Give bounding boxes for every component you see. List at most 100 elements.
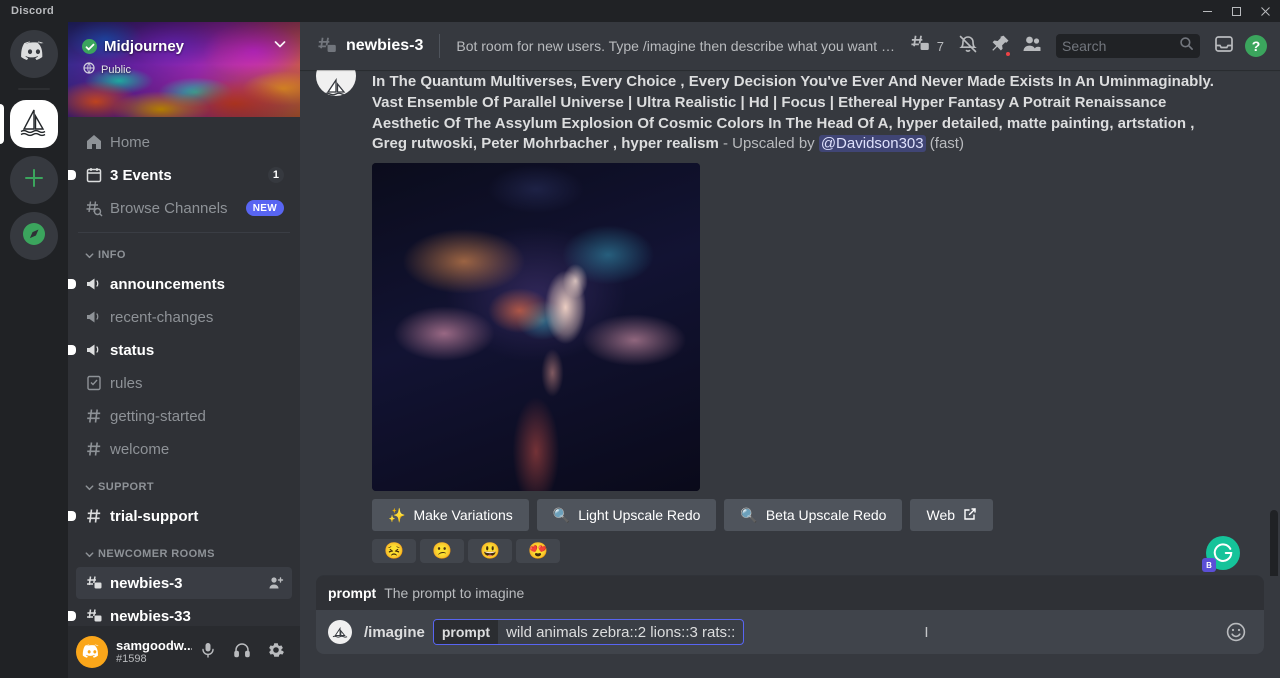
button-label: Light Upscale Redo (578, 507, 700, 523)
sidebar-item-newbies-33[interactable]: newbies-33 (76, 600, 292, 626)
server-banner-header[interactable]: Midjourney Public (68, 22, 300, 117)
sidebar-item-newbies-3[interactable]: newbies-3 (76, 567, 292, 599)
inbox-button[interactable] (1208, 30, 1240, 62)
home-icon (84, 133, 104, 151)
category-support[interactable]: SUPPORT (68, 475, 300, 499)
command-hint-name: prompt (328, 585, 376, 601)
category-newcomer-rooms[interactable]: NEWCOMER ROOMS (68, 542, 300, 566)
member-list-button[interactable] (1016, 30, 1048, 62)
members-icon (1021, 33, 1043, 60)
sidebar-item-home[interactable]: Home (76, 126, 292, 158)
chevron-down-icon (84, 250, 95, 261)
hash-thread-icon (84, 607, 104, 625)
threads-count: 7 (937, 39, 944, 54)
message-input-bar[interactable]: /imagine prompt wild animals zebra::2 li… (316, 610, 1264, 654)
sidebar-item-recent-changes[interactable]: recent-changes (76, 301, 292, 333)
channel-label: getting-started (110, 408, 206, 425)
sidebar-item-label: Home (110, 134, 150, 151)
avatar[interactable] (76, 636, 108, 668)
header-actions: 7 (904, 30, 1272, 62)
username: samgoodw... (116, 639, 192, 653)
slash-command-name: /imagine (364, 624, 425, 641)
headphones-icon (233, 641, 251, 664)
prompt-option-chip[interactable]: prompt wild animals zebra::2 lions::3 ra… (433, 619, 744, 645)
calendar-icon (84, 166, 104, 184)
user-identity[interactable]: samgoodw... #1598 (116, 639, 192, 665)
reaction-row: 😣 😕 😃 😍 (372, 539, 1232, 563)
button-label: Beta Upscale Redo (766, 507, 887, 523)
midjourney-bot-avatar[interactable] (316, 70, 356, 96)
help-icon: ? (1245, 35, 1267, 57)
rules-icon (84, 374, 104, 392)
unread-indicator (68, 279, 76, 289)
maximize-button[interactable] (1222, 0, 1251, 22)
sidebar-item-status[interactable]: status (76, 334, 292, 366)
command-hint-bar: prompt The prompt to imagine (316, 576, 1264, 610)
sidebar-item-welcome[interactable]: welcome (76, 433, 292, 465)
sidebar-item-getting-started[interactable]: getting-started (76, 400, 292, 432)
user-panel-buttons (192, 636, 292, 668)
make-variations-button[interactable]: ✨ Make Variations (372, 499, 529, 531)
close-button[interactable] (1251, 0, 1280, 22)
unread-indicator (68, 345, 76, 355)
midjourney-bot-avatar (328, 620, 352, 644)
explore-servers-button[interactable] (10, 212, 58, 260)
server-privacy-label: Public (101, 64, 131, 76)
notification-settings-button[interactable] (952, 30, 984, 62)
message-scrollbar[interactable] (1270, 510, 1278, 576)
sidebar-item-trial-support[interactable]: trial-support (76, 500, 292, 532)
grammarly-button[interactable]: B (1206, 536, 1240, 570)
server-icon-discord-home[interactable] (10, 30, 58, 78)
add-server-button[interactable] (10, 156, 58, 204)
deafen-button[interactable] (226, 636, 258, 668)
channel-label: recent-changes (110, 309, 213, 326)
user-mention[interactable]: @Davidson303 (819, 135, 926, 152)
channel-label: rules (110, 375, 143, 392)
sidebar-item-label: Browse Channels (110, 200, 228, 217)
user-panel: samgoodw... #1598 (68, 626, 300, 678)
heart-eyes-reaction[interactable]: 😍 (516, 539, 560, 563)
sidebar-item-browse-channels[interactable]: Browse Channels NEW (76, 192, 292, 224)
sidebar-item-rules[interactable]: rules (76, 367, 292, 399)
unread-indicator (68, 170, 76, 180)
threads-button[interactable] (904, 30, 936, 62)
channel-label: announcements (110, 276, 225, 293)
search-input[interactable] (1062, 38, 1179, 54)
message-body: In The Quantum Multiverses, Every Choice… (372, 72, 1232, 563)
pinned-messages-button[interactable] (984, 30, 1016, 62)
emoji-picker-button[interactable] (1224, 620, 1248, 644)
globe-icon (83, 61, 95, 79)
hash-icon (84, 440, 104, 458)
server-icon-midjourney[interactable] (10, 100, 58, 148)
grinning-face-reaction[interactable]: 😃 (468, 539, 512, 563)
sidebar-item-announcements[interactable]: announcements (76, 268, 292, 300)
search-box[interactable] (1056, 34, 1200, 58)
prompt-value-text[interactable]: wild animals zebra::2 lions::3 rats:: (498, 624, 743, 641)
app-body: Midjourney Public (0, 22, 1280, 678)
browse-channels-icon (84, 199, 104, 217)
sidebar-item-events[interactable]: 3 Events 1 (76, 159, 292, 191)
unread-indicator (68, 611, 76, 621)
hash-icon (84, 407, 104, 425)
light-upscale-redo-button[interactable]: 🔍 Light Upscale Redo (537, 499, 717, 531)
beta-upscale-redo-button[interactable]: 🔍 Beta Upscale Redo (724, 499, 902, 531)
confused-face-reaction[interactable]: 😕 (420, 539, 464, 563)
bell-muted-icon (957, 33, 979, 60)
web-button[interactable]: Web (910, 499, 993, 531)
category-info[interactable]: INFO (68, 243, 300, 267)
chevron-down-icon[interactable] (272, 36, 288, 57)
header-divider (439, 34, 440, 58)
help-button[interactable]: ? (1240, 30, 1272, 62)
sparkles-icon: ✨ (388, 507, 405, 524)
grammarly-badge: B (1202, 558, 1216, 572)
minimize-button[interactable] (1193, 0, 1222, 22)
user-settings-button[interactable] (260, 636, 292, 668)
create-invite-icon[interactable] (268, 575, 284, 591)
confounded-face-reaction[interactable]: 😣 (372, 539, 416, 563)
message-scroll-container: In The Quantum Multiverses, Every Choice… (300, 70, 1280, 576)
channel-topic[interactable]: Bot room for new users. Type /imagine th… (456, 38, 895, 54)
mute-microphone-button[interactable] (192, 636, 224, 668)
upscaled-by-label: - Upscaled by (719, 135, 819, 152)
generated-image[interactable] (372, 163, 700, 491)
rail-divider (18, 88, 50, 90)
